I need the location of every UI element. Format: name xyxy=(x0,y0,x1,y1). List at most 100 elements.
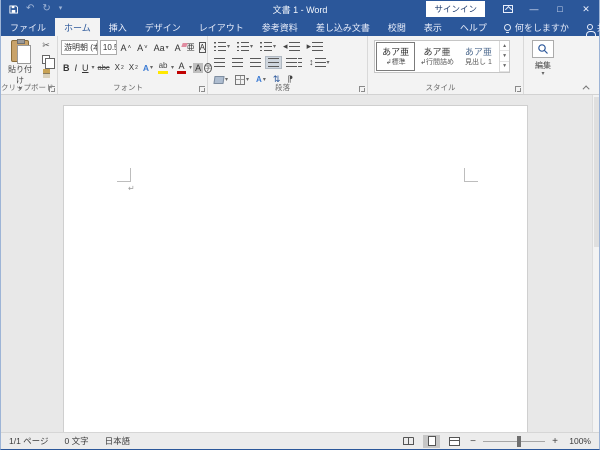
paragraph-group-label: 段落 xyxy=(275,83,290,92)
underline-dropdown-caret[interactable]: ▾ xyxy=(92,65,95,71)
styles-group-label: スタイル xyxy=(425,83,456,92)
tab-design[interactable]: デザイン xyxy=(136,18,190,36)
font-dialog-launcher[interactable] xyxy=(199,86,205,92)
subscript-button[interactable]: X2 xyxy=(113,62,126,73)
vertical-scrollbar[interactable] xyxy=(592,95,599,433)
read-mode-icon[interactable] xyxy=(400,435,417,448)
font-group-label: フォント xyxy=(113,83,143,92)
tab-view[interactable]: 表示 xyxy=(415,18,451,36)
font-group: 游明朝 (本文のフ ▾ 10.5 ▾ A˄ A˅ Aa▾ A 亜 A B I U… xyxy=(59,36,213,94)
style-scroll-down-icon[interactable]: ▼ xyxy=(500,51,509,62)
tell-me-label: 何をしますか xyxy=(514,22,569,33)
bullets-button[interactable]: ▾ xyxy=(212,41,232,52)
web-layout-icon[interactable] xyxy=(446,435,463,448)
editing-label: 編集 xyxy=(535,61,551,70)
sign-in-button[interactable]: サインイン xyxy=(426,1,485,17)
editing-button[interactable]: 編集 ▾ xyxy=(531,40,555,77)
numbering-button[interactable]: ▾ xyxy=(235,41,255,52)
grow-font-button[interactable]: A ˄ xyxy=(119,42,134,54)
customize-qat-icon[interactable]: ▾ xyxy=(59,4,63,14)
tell-me-box[interactable]: 何をしますか xyxy=(496,18,577,36)
redo-icon[interactable]: ↻ xyxy=(42,4,50,14)
font-size-combo[interactable]: 10.5 ▾ xyxy=(99,40,117,55)
document-page[interactable]: ↵ xyxy=(63,105,528,433)
cut-icon[interactable]: ✂ xyxy=(39,40,53,51)
style-scroll-up-icon[interactable]: ▲ xyxy=(500,41,509,52)
align-right-button[interactable] xyxy=(248,57,263,68)
justify-button[interactable] xyxy=(265,56,282,69)
zoom-slider-thumb[interactable] xyxy=(517,435,522,447)
highlight-dropdown-caret[interactable]: ▾ xyxy=(171,65,174,71)
superscript-button[interactable]: X2 xyxy=(127,62,140,73)
align-left-button[interactable] xyxy=(212,57,227,68)
zoom-percentage[interactable]: 100% xyxy=(565,436,591,446)
person-icon xyxy=(585,24,596,36)
tab-help[interactable]: ヘルプ xyxy=(451,18,496,36)
style-gallery: あア亜 ↲標準 あア亜 ↲行間詰め あア亜 見出し 1 ▲ ▼ ▼ xyxy=(374,40,510,73)
format-painter-icon[interactable] xyxy=(39,68,53,79)
font-size-value: 10.5 xyxy=(102,43,116,52)
style-normal[interactable]: あア亜 ↲標準 xyxy=(375,41,416,72)
shrink-font-button[interactable]: A ˅ xyxy=(135,42,150,54)
multilevel-list-button[interactable]: ▾ xyxy=(258,41,278,52)
clipboard-group: 貼り付け ▾ ✂ クリップボード xyxy=(1,36,58,94)
zoom-slider-track xyxy=(483,440,545,442)
copy-icon[interactable] xyxy=(39,54,55,69)
collapse-ribbon-icon[interactable] xyxy=(581,83,593,92)
tab-insert[interactable]: 挿入 xyxy=(100,18,136,36)
undo-icon[interactable]: ↶ xyxy=(26,4,34,14)
character-border-icon[interactable]: A xyxy=(198,42,206,53)
editing-dropdown-caret[interactable]: ▾ xyxy=(531,71,555,77)
tab-review[interactable]: 校閲 xyxy=(379,18,415,36)
maximize-button[interactable]: □ xyxy=(547,0,573,18)
text-boundary-mark-left xyxy=(117,168,131,182)
tab-home[interactable]: ホーム xyxy=(55,18,100,36)
zoom-in-button[interactable]: + xyxy=(551,436,559,447)
paste-button[interactable]: 貼り付け ▾ xyxy=(5,39,35,92)
bold-button[interactable]: B xyxy=(61,62,72,74)
close-button[interactable]: ✕ xyxy=(573,0,599,18)
italic-button[interactable]: I xyxy=(73,62,80,74)
font-color-button[interactable]: A xyxy=(175,61,188,75)
underline-button[interactable]: U xyxy=(80,62,91,74)
tab-file[interactable]: ファイル xyxy=(1,18,55,36)
style-no-spacing[interactable]: あア亜 ↲行間詰め xyxy=(416,41,457,72)
zoom-out-button[interactable]: − xyxy=(469,436,477,447)
minimize-button[interactable]: — xyxy=(521,0,547,18)
save-icon[interactable] xyxy=(9,4,18,14)
highlight-color-button[interactable]: ab xyxy=(156,60,170,75)
page-count[interactable]: 1/1 ページ xyxy=(1,435,57,447)
character-shading-button[interactable]: A xyxy=(193,62,204,73)
print-layout-icon[interactable] xyxy=(423,434,440,448)
search-icon[interactable] xyxy=(532,40,554,58)
align-center-button[interactable] xyxy=(230,57,245,68)
tab-layout[interactable]: レイアウト xyxy=(190,18,253,36)
font-color-dropdown-caret[interactable]: ▾ xyxy=(189,65,192,71)
styles-dialog-launcher[interactable] xyxy=(515,86,521,92)
style-heading1[interactable]: あア亜 見出し 1 xyxy=(458,41,499,72)
share-button[interactable]: 共有 xyxy=(577,18,600,36)
tab-references[interactable]: 参考資料 xyxy=(253,18,307,36)
font-name-combo[interactable]: 游明朝 (本文のフ ▾ xyxy=(61,40,98,55)
change-case-button[interactable]: Aa ▾ xyxy=(152,42,171,54)
increase-indent-button[interactable]: ▸ xyxy=(305,41,326,52)
word-count[interactable]: 0 文字 xyxy=(57,435,97,447)
line-spacing-button[interactable]: ↕ ▾ xyxy=(307,57,332,68)
distribute-button[interactable] xyxy=(284,57,304,68)
decrease-indent-button[interactable]: ◂ xyxy=(281,41,302,52)
clear-formatting-icon[interactable]: A xyxy=(173,42,183,54)
style-gallery-more-icon[interactable]: ▼ xyxy=(500,62,509,72)
language-indicator[interactable]: 日本語 xyxy=(97,435,139,447)
text-effects-button[interactable]: A ▾ xyxy=(141,62,155,74)
tab-mailings[interactable]: 差し込み文書 xyxy=(307,18,379,36)
zoom-slider[interactable] xyxy=(483,435,545,448)
font-name-value: 游明朝 (本文のフ xyxy=(64,43,97,52)
paragraph-dialog-launcher[interactable] xyxy=(359,86,365,92)
word-window: ↶ ↻ ▾ 文書 1 - Word サインイン — □ ✕ ファイル ホーム 挿… xyxy=(0,0,600,450)
vertical-scrollbar-thumb[interactable] xyxy=(594,97,599,247)
clipboard-group-label: クリップボード xyxy=(1,83,54,92)
strikethrough-button[interactable]: abc xyxy=(96,62,112,73)
document-area: ↵ xyxy=(1,95,599,433)
clipboard-dialog-launcher[interactable] xyxy=(49,86,55,92)
ribbon-display-options-icon[interactable] xyxy=(495,0,521,18)
